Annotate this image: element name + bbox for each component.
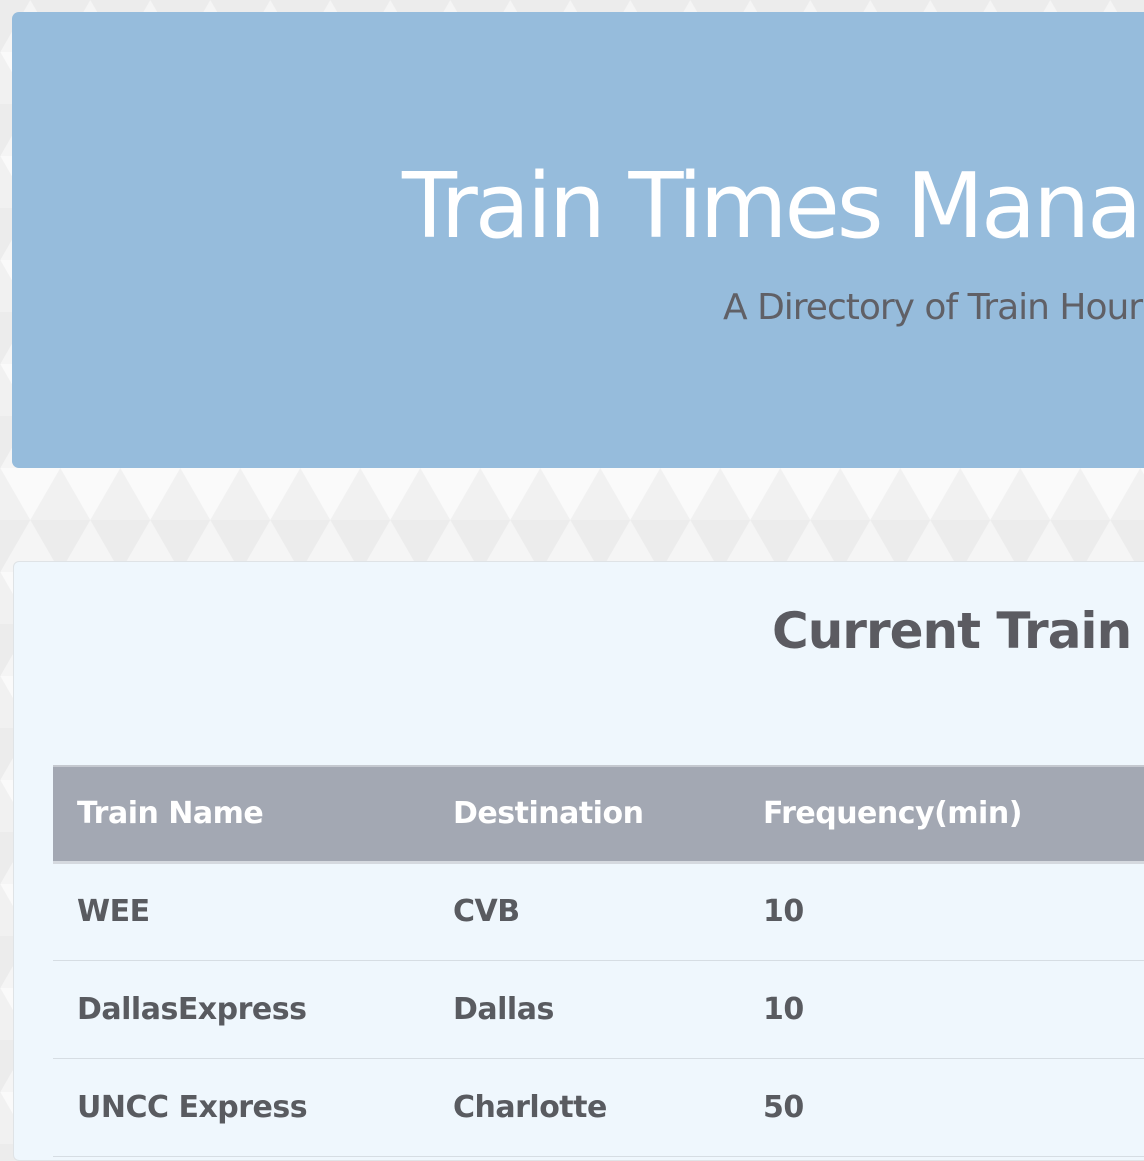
header-frequency: Frequency(min) — [763, 796, 1022, 832]
table-header-row: Train Name Destination Frequency(min) — [53, 766, 1144, 862]
page-subtitle: A Directory of Train Hour — [723, 287, 1143, 328]
table-row: UNCC Express Charlotte 50 — [53, 1058, 1144, 1156]
train-name-cell: UNCC Express — [77, 1089, 308, 1125]
header-jumbotron: Train Times Mana A Directory of Train Ho… — [12, 12, 1144, 468]
train-name-cell: DallasExpress — [77, 991, 307, 1027]
panel-title: Current Train — [772, 602, 1132, 660]
table-row: DallasExpress Dallas 10 — [53, 960, 1144, 1058]
frequency-cell: 10 — [763, 894, 804, 929]
header-train-name: Train Name — [77, 796, 264, 832]
train-schedule-table: Train Name Destination Frequency(min) WE… — [53, 765, 1144, 1157]
frequency-cell: 10 — [763, 991, 804, 1027]
destination-cell: Charlotte — [453, 1089, 607, 1125]
header-destination: Destination — [453, 796, 644, 832]
table-row: WEE CVB 10 — [53, 862, 1144, 960]
page-title: Train Times Mana — [402, 154, 1142, 259]
current-train-panel: Current Train Train Name Destination Fre… — [13, 561, 1144, 1161]
train-name-cell: WEE — [77, 894, 150, 929]
frequency-cell: 50 — [763, 1089, 804, 1125]
destination-cell: Dallas — [453, 991, 554, 1027]
destination-cell: CVB — [453, 894, 520, 929]
